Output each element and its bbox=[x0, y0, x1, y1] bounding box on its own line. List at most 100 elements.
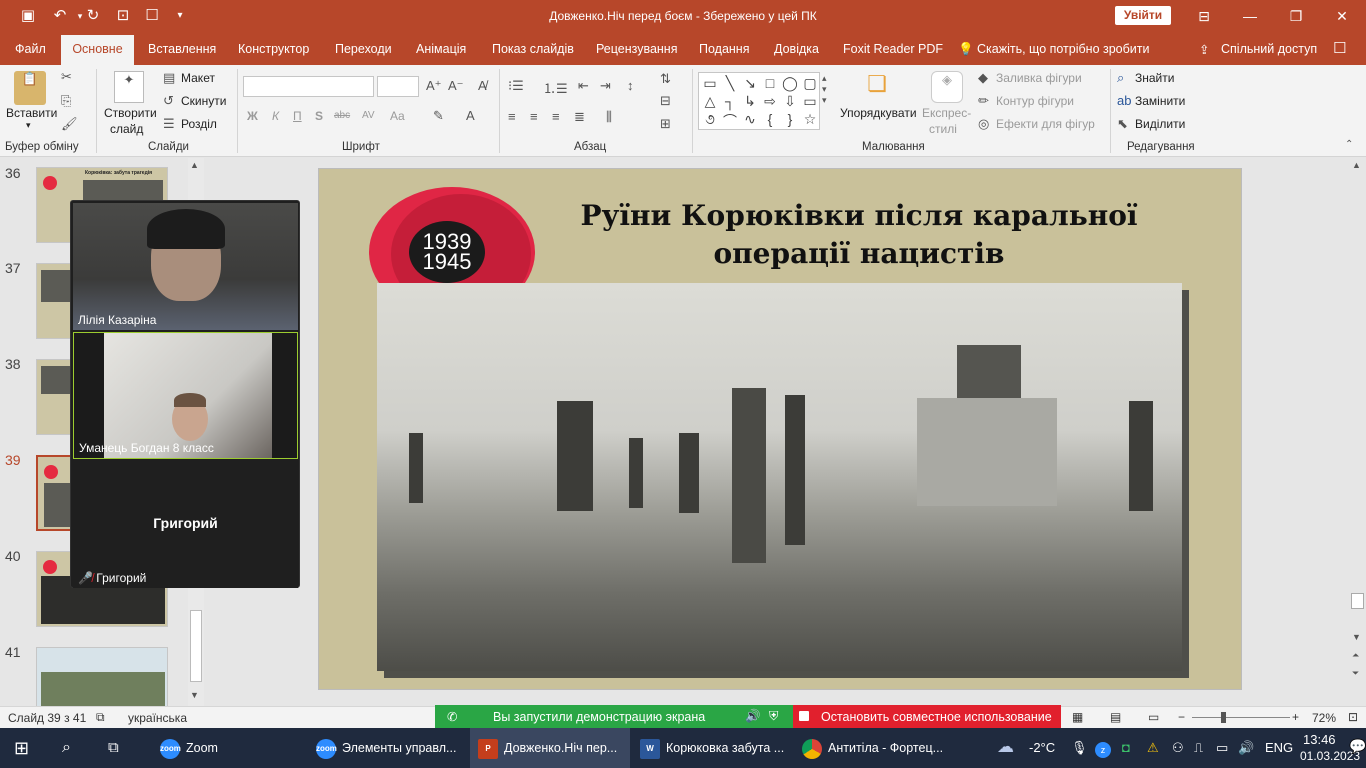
video-tile[interactable]: Григорий 🎤̸ Григорий bbox=[73, 461, 298, 588]
align-text-icon[interactable]: ⊟ bbox=[660, 93, 671, 109]
decrease-indent-icon[interactable]: ⇤ bbox=[578, 78, 589, 94]
zoom-in-icon[interactable]: + bbox=[1292, 710, 1299, 724]
font-size-combo[interactable] bbox=[377, 76, 419, 97]
search-icon[interactable]: ⌕ bbox=[62, 728, 84, 768]
down-arrow-shape-icon[interactable]: ⇩ bbox=[781, 93, 799, 110]
justify-icon[interactable]: ≣ bbox=[574, 109, 585, 125]
tab-view[interactable]: Подання bbox=[699, 42, 749, 56]
collapse-ribbon-icon[interactable]: ⌃ bbox=[1345, 139, 1353, 150]
tab-foxit[interactable]: Foxit Reader PDF bbox=[843, 42, 943, 56]
sign-in-button[interactable]: Увійти bbox=[1115, 6, 1171, 25]
slide-thumbnail-41[interactable] bbox=[36, 647, 168, 709]
shape-effects-button[interactable]: Ефекти для фігур bbox=[996, 117, 1095, 131]
smartart-icon[interactable]: ⊞ bbox=[660, 116, 671, 132]
new-slide-icon[interactable]: ✦ bbox=[114, 71, 144, 103]
task-view-icon[interactable]: ⧉ bbox=[108, 728, 130, 768]
replace-button[interactable]: Замінити bbox=[1135, 94, 1185, 108]
tab-file[interactable]: Файл bbox=[15, 42, 46, 56]
comments-icon[interactable]: ☐ bbox=[1333, 39, 1346, 57]
text-direction-icon[interactable]: ⇅ bbox=[660, 71, 671, 87]
quick-styles-icon[interactable]: ◈ bbox=[931, 71, 963, 103]
tab-design[interactable]: Конструктор bbox=[238, 42, 309, 56]
oval-shape-icon[interactable]: ◯ bbox=[781, 75, 799, 92]
normal-view-icon[interactable]: ▦ bbox=[1072, 710, 1083, 724]
font-family-combo[interactable] bbox=[243, 76, 374, 97]
change-case-button[interactable]: Aa bbox=[390, 109, 405, 123]
star-shape-icon[interactable]: ☆ bbox=[801, 111, 819, 128]
arrange-icon[interactable]: ❏ bbox=[862, 71, 892, 101]
security-tray-icon[interactable]: ⚠ bbox=[1147, 740, 1159, 756]
reading-view-icon[interactable]: ▭ bbox=[1148, 710, 1159, 724]
highlight-icon[interactable]: ✎ bbox=[433, 108, 444, 124]
zoom-slider[interactable] bbox=[1192, 717, 1290, 718]
zoom-level[interactable]: 72% bbox=[1312, 711, 1336, 725]
language-indicator[interactable]: українська bbox=[128, 711, 187, 725]
slide-sorter-icon[interactable]: ▤ bbox=[1110, 710, 1121, 724]
tab-help[interactable]: Довідка bbox=[774, 42, 819, 56]
taskbar-app-chrome[interactable]: Антитіла - Фортец... bbox=[794, 728, 954, 768]
underline-button[interactable]: П bbox=[293, 109, 302, 123]
shapes-scroll-icon[interactable]: ▴ ▾ ▾ bbox=[822, 73, 827, 106]
restore-button[interactable]: ❐ bbox=[1282, 6, 1310, 26]
close-button[interactable]: ✕ bbox=[1328, 6, 1356, 26]
spellcheck-icon[interactable]: ⧉ bbox=[96, 710, 105, 725]
align-center-icon[interactable]: ≡ bbox=[530, 109, 538, 124]
char-spacing-button[interactable]: AV bbox=[362, 110, 375, 121]
minimize-button[interactable]: — bbox=[1236, 6, 1264, 26]
video-tile-active-speaker[interactable]: Уманець Богдан 8 класс bbox=[73, 332, 298, 459]
line-shape-icon[interactable]: ╲ bbox=[721, 75, 739, 92]
paste-button[interactable]: Вставити bbox=[6, 106, 57, 120]
font-color-icon[interactable]: A bbox=[466, 108, 475, 123]
scroll-thumb[interactable] bbox=[190, 610, 202, 682]
shape-fill-button[interactable]: Заливка фігури bbox=[996, 71, 1082, 85]
section-button[interactable]: Розділ bbox=[181, 117, 217, 131]
weather-icon[interactable]: ☁ bbox=[997, 737, 1014, 757]
align-right-icon[interactable]: ≡ bbox=[552, 109, 560, 124]
right-brace-shape-icon[interactable]: } bbox=[781, 111, 799, 127]
reset-button[interactable]: Скинути bbox=[181, 94, 226, 108]
align-left-icon[interactable]: ≡ bbox=[508, 109, 516, 124]
paste-icon[interactable]: 📋 bbox=[14, 71, 46, 105]
tab-home[interactable]: Основне bbox=[61, 35, 134, 65]
stop-share-button[interactable]: Остановить совместное использование bbox=[793, 705, 1061, 729]
scroll-up-icon[interactable]: ▲ bbox=[190, 160, 199, 170]
copy-icon[interactable]: ⎘ bbox=[61, 93, 71, 109]
input-language[interactable]: ENG bbox=[1265, 740, 1293, 755]
freeform-shape-icon[interactable]: ૭ bbox=[701, 111, 719, 128]
clock-time[interactable]: 13:46 bbox=[1303, 732, 1336, 747]
select-button[interactable]: Виділити bbox=[1135, 117, 1185, 131]
tab-animations[interactable]: Анімація bbox=[416, 42, 466, 56]
network-icon[interactable]: ⎍ bbox=[1194, 740, 1203, 756]
tab-transitions[interactable]: Переходи bbox=[335, 42, 392, 56]
line-spacing-icon[interactable]: ↕ bbox=[627, 78, 634, 93]
tab-review[interactable]: Рецензування bbox=[596, 42, 677, 56]
audio-icon[interactable]: 🔊 bbox=[745, 709, 761, 724]
bullets-icon[interactable]: ⁝☰ bbox=[508, 78, 524, 94]
zoom-out-icon[interactable]: − bbox=[1178, 710, 1185, 724]
tell-me-search[interactable]: Скажіть, що потрібно зробити bbox=[977, 42, 1150, 56]
rectangle-shape-icon[interactable]: □ bbox=[761, 75, 779, 91]
scroll-down-icon[interactable]: ▼ bbox=[190, 690, 199, 700]
display-icon[interactable]: ▭ bbox=[1216, 740, 1228, 756]
elbow-connector-icon[interactable]: ┐ bbox=[721, 93, 739, 109]
taskbar-app-word[interactable]: W Корюковка забута ... bbox=[632, 728, 792, 768]
italic-button[interactable]: К bbox=[272, 109, 279, 123]
shrink-font-icon[interactable]: A⁻ bbox=[448, 78, 464, 94]
slide-canvas[interactable]: 1939 1945 Руїни Корюківки після карально… bbox=[319, 169, 1241, 689]
scroll-down-icon[interactable]: ▼ bbox=[1352, 632, 1361, 642]
next-slide-icon[interactable]: ⏷ bbox=[1352, 668, 1359, 679]
temperature[interactable]: -2°C bbox=[1029, 740, 1055, 755]
microphone-icon[interactable]: 🎙 bbox=[1071, 740, 1088, 756]
arc-shape-icon[interactable]: ⌒ bbox=[721, 111, 739, 131]
tab-slide-show[interactable]: Показ слайдів bbox=[492, 42, 574, 56]
quick-styles-button-line2[interactable]: стилі bbox=[929, 122, 957, 136]
format-painter-icon[interactable]: 🖌 bbox=[61, 116, 78, 132]
notifications-icon[interactable]: 💬 bbox=[1349, 738, 1366, 755]
textbox-shape-icon[interactable]: ▭ bbox=[701, 75, 719, 92]
volume-icon[interactable]: 🔊 bbox=[1238, 740, 1254, 756]
quick-styles-button[interactable]: Експрес- bbox=[922, 106, 971, 120]
cut-icon[interactable]: ✂ bbox=[61, 69, 72, 85]
left-brace-shape-icon[interactable]: { bbox=[761, 111, 779, 127]
columns-icon[interactable]: ⫼ bbox=[606, 109, 612, 125]
increase-indent-icon[interactable]: ⇥ bbox=[600, 78, 611, 94]
